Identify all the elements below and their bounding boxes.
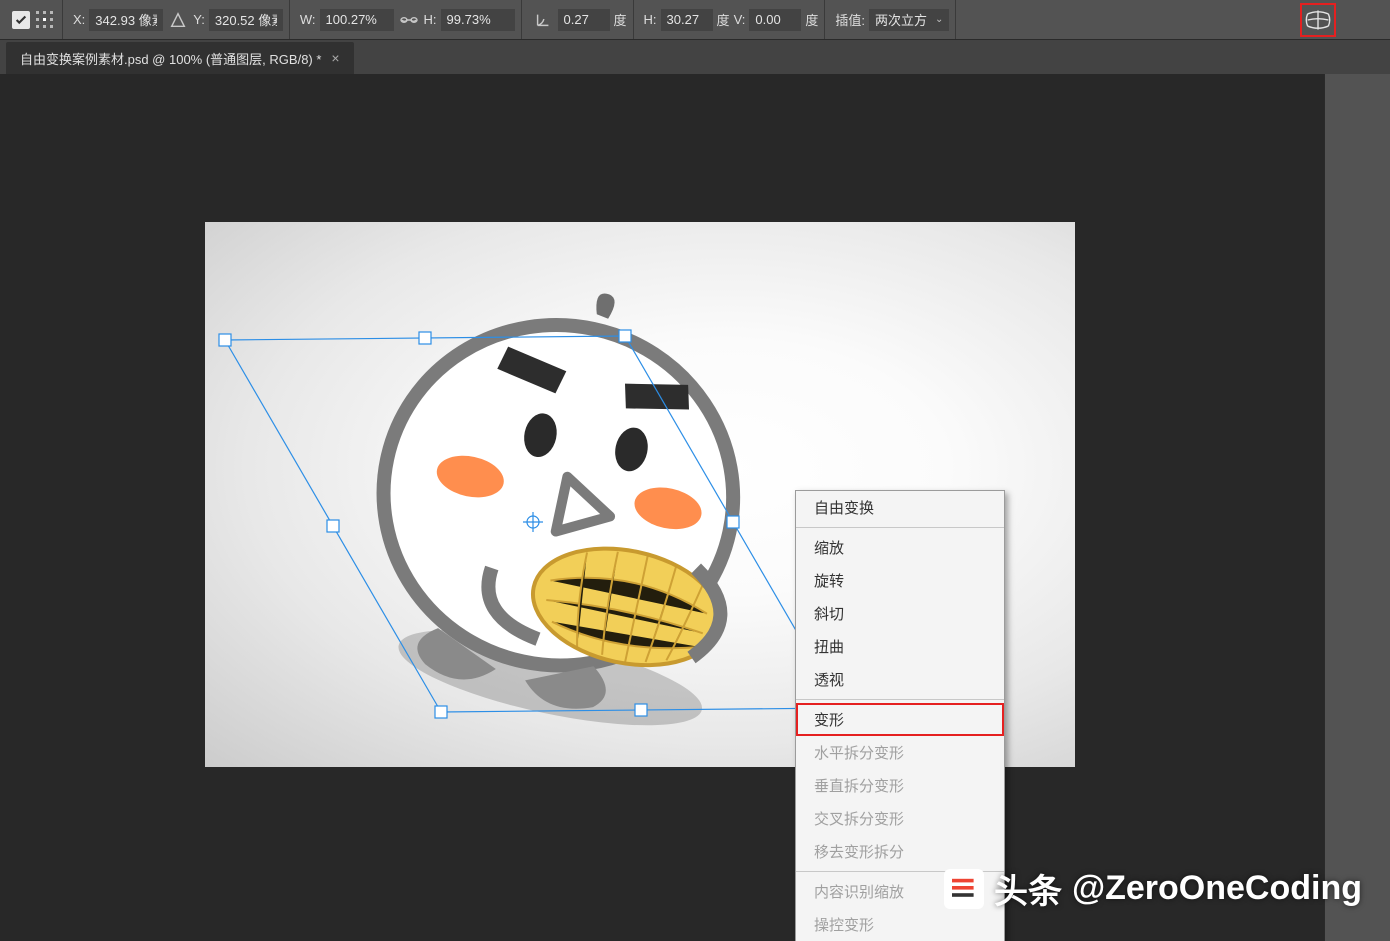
rotation-angle-input[interactable] [558, 9, 610, 31]
menu-free-transform[interactable]: 自由变换 [796, 491, 1004, 524]
skew-v-input[interactable] [749, 9, 801, 31]
tab-close-icon[interactable]: × [331, 51, 339, 65]
skew-v-unit: 度 [805, 10, 818, 29]
check-icon [14, 13, 28, 27]
interpolation-value: 两次立方 [875, 10, 927, 29]
skew-h-label: H: [644, 12, 657, 27]
reference-point-grid-icon[interactable] [34, 9, 56, 31]
canvas-workspace[interactable]: 自由变换 缩放 旋转 斜切 扭曲 透视 变形 水平拆分变形 垂直拆分变形 交叉拆… [0, 74, 1390, 941]
menu-perspective[interactable]: 透视 [796, 663, 1004, 696]
watermark: 头条 @ZeroOneCoding [944, 864, 1362, 913]
menu-distort[interactable]: 扭曲 [796, 630, 1004, 663]
watermark-handle: @ZeroOneCoding [1072, 869, 1362, 908]
skew-v-label: V: [734, 12, 746, 27]
menu-rotate[interactable]: 旋转 [796, 564, 1004, 597]
toggle-reference-point[interactable] [12, 11, 30, 29]
height-label: H: [424, 12, 437, 27]
interpolation-select[interactable]: 两次立方 ⌄ [869, 9, 949, 31]
artboard: 自由变换 缩放 旋转 斜切 扭曲 透视 变形 水平拆分变形 垂直拆分变形 交叉拆… [205, 222, 1075, 767]
menu-warp[interactable]: 变形 [796, 703, 1004, 736]
menu-skew[interactable]: 斜切 [796, 597, 1004, 630]
interpolation-label: 插值: [835, 10, 865, 29]
menu-separator [796, 527, 1004, 528]
link-aspect-icon[interactable] [398, 9, 420, 31]
angle-icon [532, 9, 554, 31]
y-position-label: Y: [193, 12, 205, 27]
x-position-input[interactable] [89, 9, 163, 31]
menu-split-warp-cross: 交叉拆分变形 [796, 802, 1004, 835]
toutiao-logo-icon [944, 869, 984, 909]
cartoon-character [325, 282, 805, 742]
warp-mode-button[interactable] [1300, 3, 1336, 37]
y-position-input[interactable] [209, 9, 283, 31]
menu-separator [796, 699, 1004, 700]
angle-unit: 度 [614, 10, 627, 29]
transform-options-bar: X: Y: W: H: 度 H: 度 V: 度 插值: 两次立方 ⌄ [0, 0, 1390, 40]
skew-h-input[interactable] [661, 9, 713, 31]
menu-split-warp-h: 水平拆分变形 [796, 736, 1004, 769]
watermark-prefix: 头条 [994, 864, 1062, 913]
width-input[interactable] [320, 9, 394, 31]
height-input[interactable] [441, 9, 515, 31]
chevron-down-icon: ⌄ [935, 14, 943, 25]
right-panel-strip [1324, 74, 1390, 941]
width-label: W: [300, 12, 316, 27]
document-tab-bar: 自由变换案例素材.psd @ 100% (普通图层, RGB/8) * × [0, 40, 1390, 74]
delta-icon[interactable] [167, 9, 189, 31]
menu-split-warp-v: 垂直拆分变形 [796, 769, 1004, 802]
document-tab-title: 自由变换案例素材.psd @ 100% (普通图层, RGB/8) * [20, 49, 321, 68]
x-position-label: X: [73, 12, 85, 27]
warp-mesh-icon [1305, 9, 1331, 31]
skew-h-unit: 度 [717, 10, 730, 29]
document-tab[interactable]: 自由变换案例素材.psd @ 100% (普通图层, RGB/8) * × [6, 42, 354, 74]
menu-scale[interactable]: 缩放 [796, 531, 1004, 564]
